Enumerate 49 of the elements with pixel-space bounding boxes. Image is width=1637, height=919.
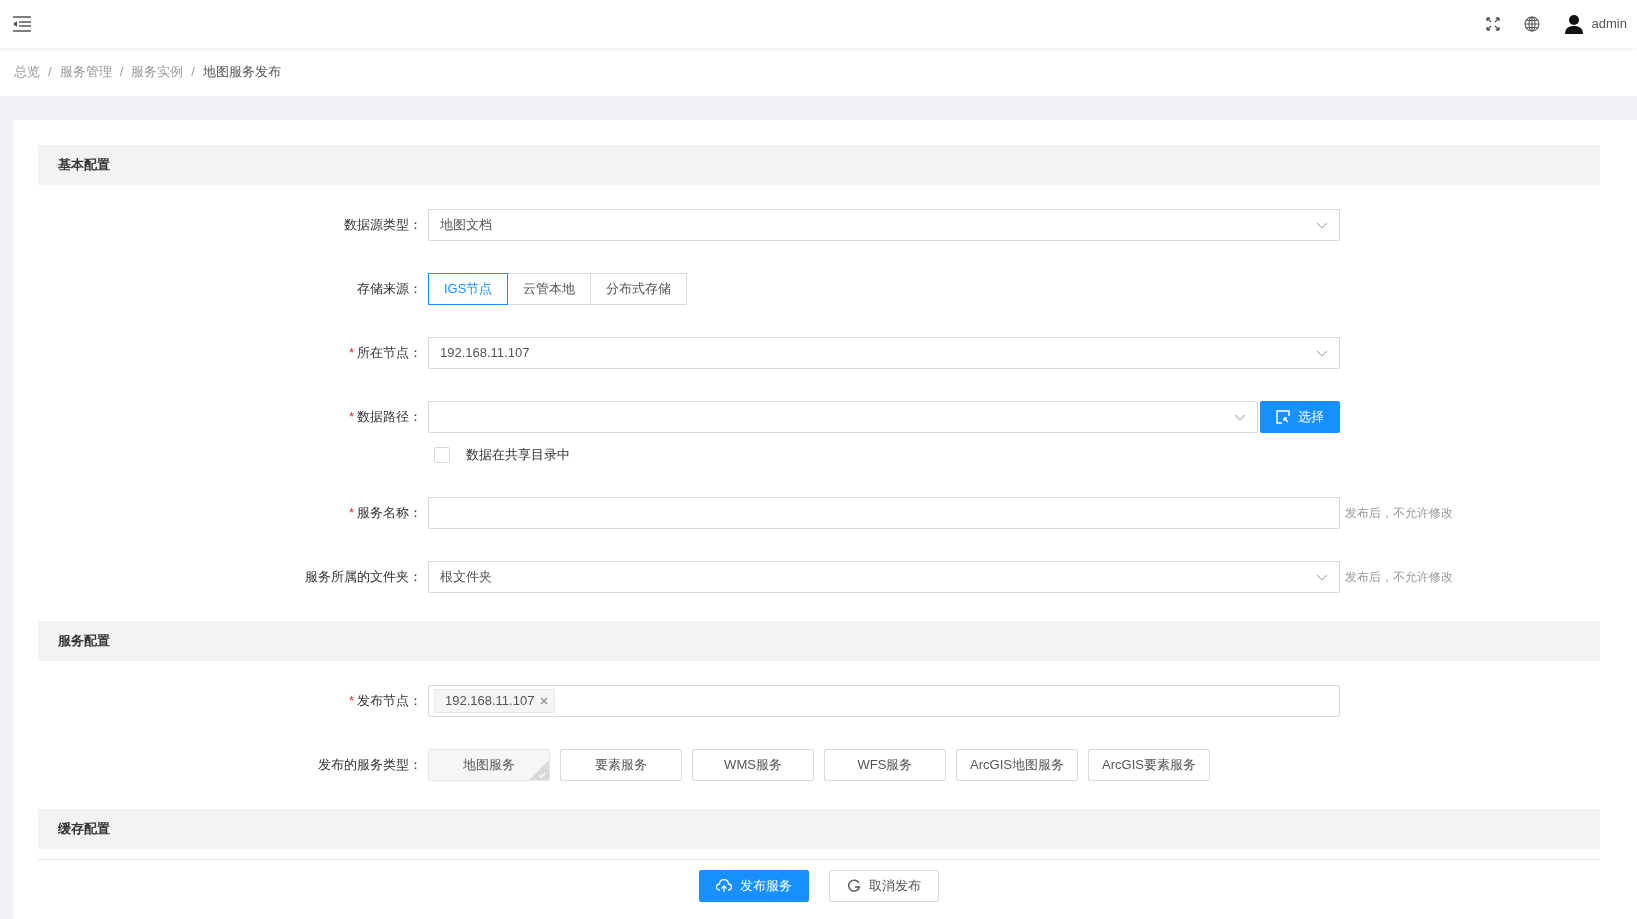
select-field[interactable]: 根文件夹 [428, 560, 1340, 593]
required-mark: * [348, 408, 355, 427]
section-header: 服务配置 [38, 620, 1600, 661]
field-label: 服务所属的文件夹： [304, 567, 423, 586]
fullscreen-icon[interactable] [1485, 17, 1500, 31]
breadcrumb-item: 地图服务发布 [202, 63, 281, 82]
checkbox[interactable] [434, 446, 450, 463]
cancel-button[interactable]: 取消发布 [829, 869, 939, 902]
service-type-option[interactable]: WMS服务 [692, 748, 814, 781]
checkbox-label: 数据在共享目录中 [466, 446, 570, 464]
user-avatar-icon[interactable] [1563, 14, 1584, 34]
tag-select-field[interactable]: 192.168.11.107 [428, 684, 1340, 717]
service-type-option[interactable]: 要素服务 [560, 748, 682, 781]
menu-icon[interactable] [12, 16, 32, 32]
service-type-option[interactable]: ArcGIS要素服务 [1088, 748, 1210, 781]
field-label: 数据源类型： [343, 216, 423, 235]
segment-option[interactable]: 分布式存储 [590, 273, 688, 305]
segment-option[interactable]: 云管本地 [507, 273, 592, 305]
tag-chip: 192.168.11.107 [434, 688, 556, 713]
breadcrumb-separator: / [191, 63, 195, 82]
user-name[interactable]: admin [1591, 14, 1627, 34]
globe-icon[interactable] [1523, 16, 1540, 32]
select-field[interactable]: 192.168.11.107 [428, 337, 1340, 369]
breadcrumb-separator: / [119, 63, 124, 82]
service-type-option[interactable]: WFS服务 [824, 748, 946, 781]
text-field[interactable] [428, 496, 1340, 529]
required-mark: * [348, 691, 355, 710]
section-header: 基本配置 [38, 145, 1600, 185]
field-label: 发布节点： [357, 691, 422, 710]
select-field[interactable]: 地图文档 [428, 209, 1340, 241]
field-hint: 发布后，不允许修改 [1345, 568, 1453, 586]
close-icon[interactable] [540, 696, 549, 705]
path-select-field[interactable] [428, 401, 1258, 433]
section-header: 缓存配置 [38, 808, 1600, 849]
field-label: 服务名称： [357, 503, 422, 522]
reload-icon [847, 878, 861, 893]
service-type-option[interactable]: 地图服务 [428, 748, 550, 781]
service-type-option[interactable]: ArcGIS地图服务 [956, 748, 1078, 781]
field-label: 发布的服务类型： [317, 755, 423, 774]
field-label: 存储来源： [356, 280, 423, 299]
cloud-upload-icon [716, 878, 732, 893]
required-mark: * [348, 503, 355, 522]
select-icon [1276, 410, 1290, 424]
field-label: 数据路径： [357, 408, 422, 427]
check-corner-icon [529, 759, 549, 780]
field-label: 所在节点： [357, 344, 422, 363]
field-hint: 发布后，不允许修改 [1345, 504, 1453, 522]
breadcrumb-separator: / [48, 63, 52, 82]
required-mark: * [348, 344, 355, 363]
